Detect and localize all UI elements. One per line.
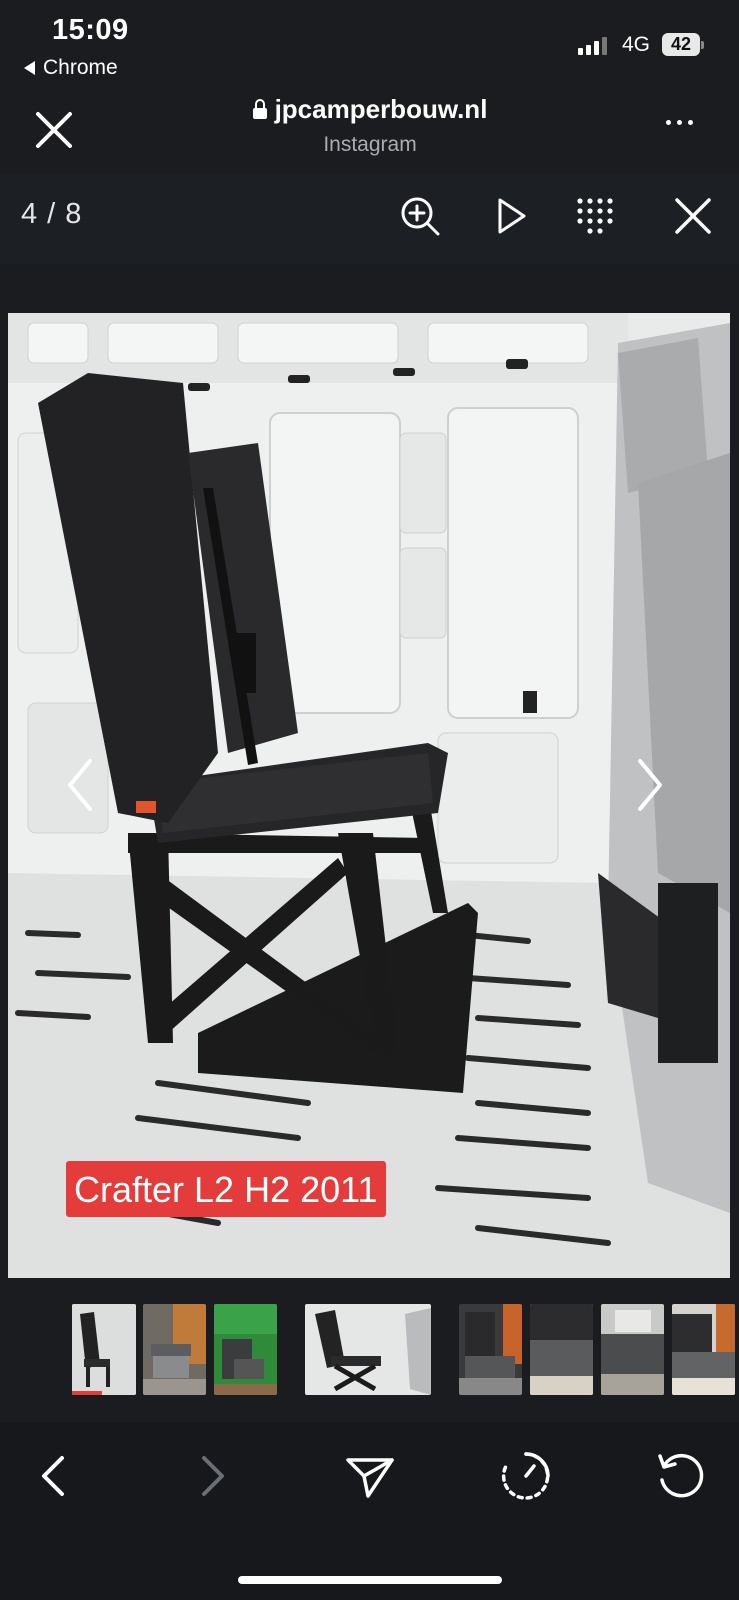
reload-icon — [658, 1453, 704, 1498]
back-icon — [42, 1456, 64, 1496]
close-icon — [675, 198, 711, 234]
thumbnail-1[interactable] — [72, 1304, 136, 1395]
thumbnail-6[interactable] — [530, 1304, 593, 1395]
close-viewer-button[interactable] — [671, 194, 715, 238]
reload-button[interactable] — [654, 1450, 706, 1502]
home-indicator[interactable] — [238, 1576, 502, 1584]
battery-level: 42 — [662, 33, 701, 56]
back-triangle-icon — [24, 61, 35, 75]
browser-header: jpcamperbouw.nl Instagram — [0, 90, 739, 172]
next-image-button[interactable] — [630, 755, 670, 815]
image-viewer-toolbar: 4 / 8 — [0, 174, 739, 264]
share-icon — [346, 1458, 394, 1498]
url-area[interactable]: jpcamperbouw.nl Instagram — [170, 94, 570, 157]
close-icon — [36, 112, 72, 148]
browser-bottom-toolbar — [0, 1422, 739, 1600]
close-browser-button[interactable] — [32, 108, 76, 152]
forward-icon — [202, 1456, 224, 1496]
active-thumbnail-indicator — [72, 1391, 102, 1395]
thumbnail-2[interactable] — [143, 1304, 206, 1395]
image-caption: Crafter L2 H2 2011 — [66, 1161, 386, 1217]
page-subtitle: Instagram — [323, 133, 417, 156]
signal-strength-icon — [578, 37, 607, 55]
play-slideshow-button[interactable] — [490, 194, 534, 238]
grid-view-button[interactable] — [573, 194, 617, 238]
chevron-right-icon — [638, 759, 662, 811]
thumbnail-4[interactable] — [305, 1304, 431, 1395]
grid-icon — [577, 198, 613, 234]
thumbnail-7[interactable] — [601, 1304, 664, 1395]
thumbnail-strip — [0, 1296, 739, 1406]
zoom-in-icon — [401, 197, 440, 236]
status-bar: 15:09 Chrome 4G 42 — [0, 0, 739, 90]
battery-icon: 42 — [662, 33, 704, 56]
previous-image-button[interactable] — [60, 755, 100, 815]
back-button[interactable] — [30, 1450, 82, 1502]
timer-button[interactable] — [500, 1450, 552, 1502]
play-icon — [498, 198, 526, 234]
status-time: 15:09 — [52, 14, 129, 46]
van-seat-photo — [8, 313, 730, 1278]
more-options-icon[interactable] — [666, 120, 693, 125]
page-url: jpcamperbouw.nl — [274, 94, 488, 124]
main-photo[interactable]: Crafter L2 H2 2011 — [8, 313, 730, 1278]
back-app-label: Chrome — [43, 56, 118, 79]
zoom-in-button[interactable] — [398, 194, 442, 238]
forward-button[interactable] — [186, 1450, 238, 1502]
image-counter: 4 / 8 — [21, 198, 83, 230]
thumbnail-3[interactable] — [214, 1304, 277, 1395]
thumbnail-8[interactable] — [672, 1304, 735, 1395]
back-to-app-button[interactable]: Chrome — [24, 56, 118, 80]
timer-icon — [501, 1452, 550, 1500]
network-type: 4G — [622, 33, 651, 56]
thumbnail-5[interactable] — [459, 1304, 522, 1395]
share-button[interactable] — [344, 1450, 396, 1502]
chevron-left-icon — [68, 759, 92, 811]
lock-icon — [252, 99, 267, 119]
